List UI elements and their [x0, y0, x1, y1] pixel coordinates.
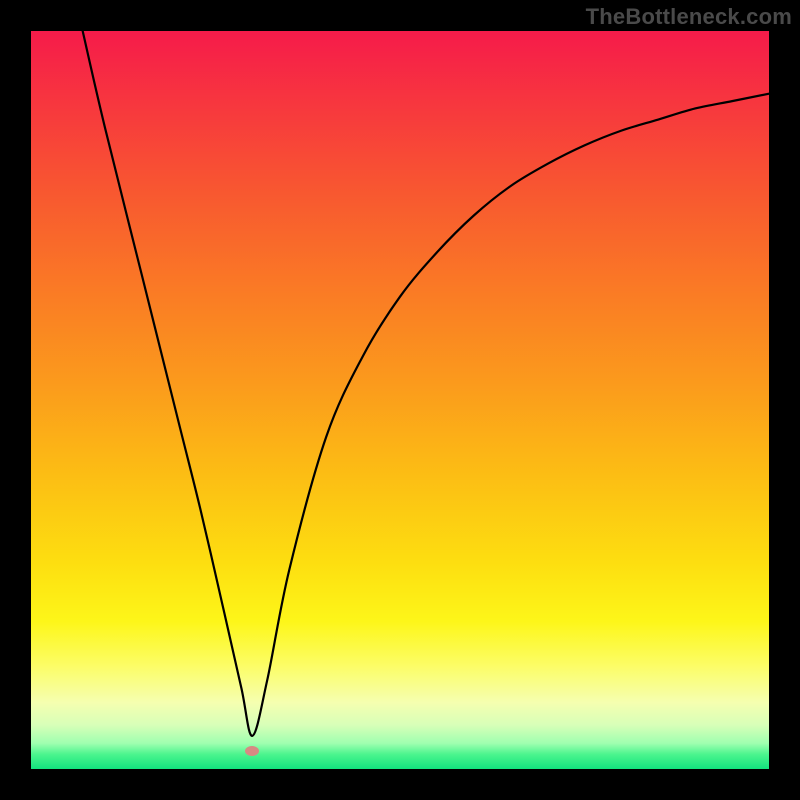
bottleneck-curve [31, 31, 769, 769]
plot-area [31, 31, 769, 769]
min-point-marker [245, 746, 259, 756]
curve-path [83, 31, 769, 736]
watermark-text: TheBottleneck.com [586, 4, 792, 30]
chart-frame: TheBottleneck.com [0, 0, 800, 800]
